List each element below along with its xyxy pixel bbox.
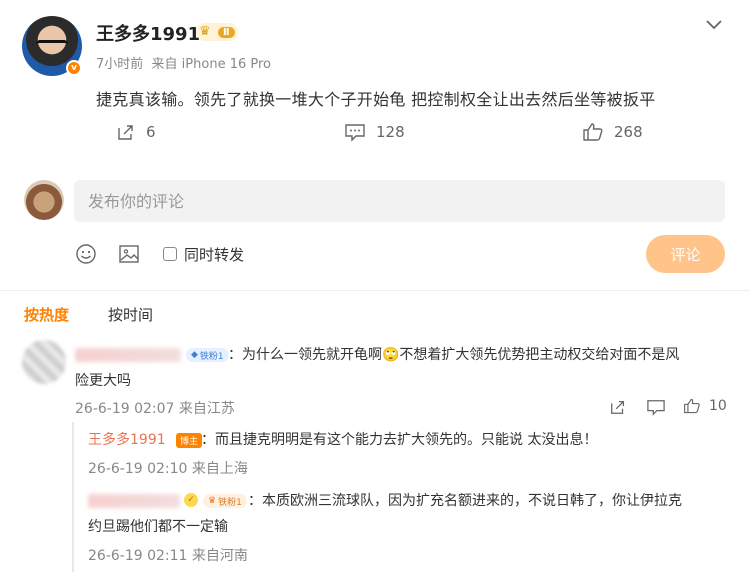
comment-meta: 26-6-19 02:07 来自江苏 <box>75 398 235 418</box>
emoji-icon[interactable] <box>75 243 97 265</box>
author-name[interactable]: 王多多1991 <box>96 20 200 46</box>
reply-author-name[interactable] <box>88 494 180 508</box>
post-time: 7小时前 <box>96 57 144 72</box>
reply-meta: 26-6-19 02:11 来自河南 <box>88 545 248 565</box>
divider <box>0 290 750 291</box>
thumbs-up-icon <box>684 398 700 414</box>
fan-crown-icon: ♛ <box>208 496 217 506</box>
comment-text-continued: 险更大吗 <box>75 373 131 389</box>
reply-time: 26-6-19 02:10 <box>88 461 188 477</box>
reply-location: 来自河南 <box>191 548 248 564</box>
reply-time: 26-6-19 02:11 <box>88 548 188 564</box>
like-count: 268 <box>614 123 643 141</box>
comment-icon[interactable] <box>646 398 666 416</box>
image-icon[interactable] <box>118 243 140 265</box>
reply-text-continued: 约旦踢他们都不一定输 <box>88 519 228 535</box>
comment-like-button[interactable]: 10 <box>683 397 727 415</box>
blogger-badge: 博主 <box>176 433 203 448</box>
current-user-avatar[interactable] <box>24 180 64 220</box>
share-button[interactable]: 6 <box>116 122 156 142</box>
reply-location: 来自上海 <box>191 461 248 477</box>
repost-checkbox[interactable] <box>163 247 177 261</box>
diamond-icon: ◆ <box>191 350 198 360</box>
crown-icon: ♛ <box>199 24 211 39</box>
share-icon <box>118 125 133 140</box>
comment-input[interactable] <box>74 180 725 222</box>
sort-by-hot-tab[interactable]: 按热度 <box>24 304 69 325</box>
level-number: Ⅱ <box>218 26 235 38</box>
comment-text: ：为什么一领先就开龟啊🙄不想着扩大领先优势把主动权交给对面不是风 <box>228 347 680 363</box>
fan-badge: ◆ 铁粉1 <box>186 348 229 362</box>
comment-button[interactable]: 128 <box>344 122 405 142</box>
post-source: 来自 iPhone 16 Pro <box>151 57 271 72</box>
reply-text: ：本质欧洲三流球队，因为扩充名额进来的，不说日韩了，你让伊拉克 <box>248 493 682 509</box>
fan-badge: ♛ 铁粉1 <box>203 494 247 508</box>
comment-time: 26-6-19 02:07 <box>75 401 175 417</box>
reply-meta: 26-6-19 02:10 来自上海 <box>88 458 248 478</box>
comment-like-count: 10 <box>709 398 727 414</box>
reply-text: ：而且捷克明明是有这个能力去扩大领先的。只能说 太没出息！ <box>201 432 598 448</box>
commenter-avatar[interactable] <box>22 340 66 384</box>
reply-row: 王多多1991 <box>88 428 166 452</box>
comment-icon <box>345 124 365 142</box>
commenter-name[interactable] <box>75 348 181 362</box>
chevron-down-icon[interactable] <box>705 18 723 32</box>
post-text: 捷克真该输。领先了就换一堆大个子开始龟 把控制权全让出去然后坐等被扳平 <box>96 90 656 109</box>
reply-author[interactable]: 王多多1991 <box>88 432 166 448</box>
like-button[interactable]: 268 <box>582 122 643 142</box>
verified-yellow-icon: ✓ <box>184 493 198 507</box>
share-icon[interactable] <box>609 398 627 416</box>
repost-label: 同时转发 <box>184 246 245 264</box>
thumbs-up-icon <box>583 123 603 141</box>
post-meta: 7小时前 来自 iPhone 16 Pro <box>96 53 271 72</box>
comment-location: 来自江苏 <box>178 401 235 417</box>
verified-badge-icon: v <box>66 60 82 76</box>
comment-count: 128 <box>376 123 405 141</box>
share-count: 6 <box>146 123 156 141</box>
submit-comment-button[interactable]: 评论 <box>646 235 725 273</box>
sort-by-time-tab[interactable]: 按时间 <box>108 304 153 325</box>
member-level-badge[interactable]: ♛ Ⅱ <box>196 23 238 41</box>
